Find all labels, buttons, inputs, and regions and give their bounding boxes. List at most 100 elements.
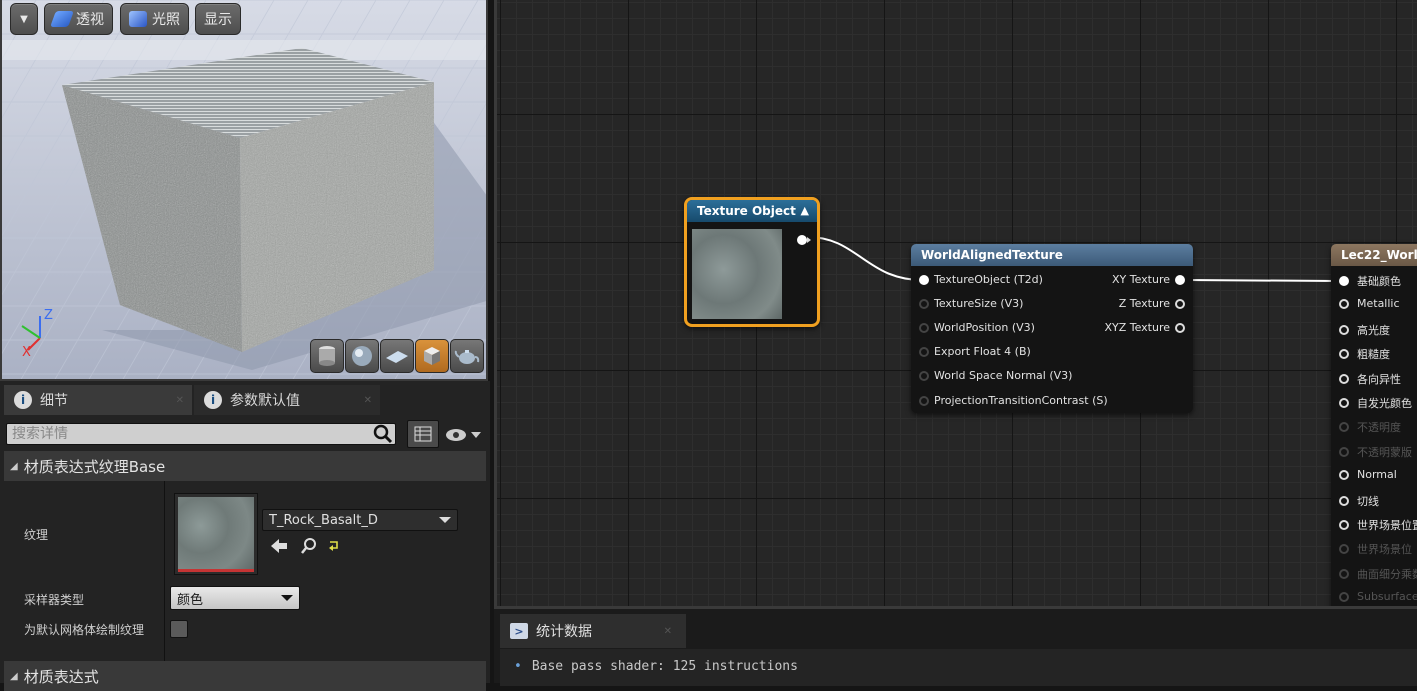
default-mesh-texture-label: 为默认网格体绘制纹理	[24, 623, 145, 637]
texture-thumbnail[interactable]	[174, 493, 258, 575]
cube-icon	[424, 347, 440, 365]
world-aligned-texture-node-header[interactable]: WorldAlignedTexture	[911, 244, 1193, 266]
lit-label: 光照	[152, 12, 180, 28]
texture-asset-combo[interactable]: T_Rock_Basalt_D	[262, 509, 458, 531]
world-aligned-texture-node-title: WorldAlignedTexture	[921, 248, 1063, 262]
material-result-node-header[interactable]: Lec22_WorldA	[1331, 244, 1417, 266]
material-input-label: 不透明度	[1357, 421, 1401, 435]
section-material-expression-header[interactable]: ◢ 材质表达式	[4, 661, 486, 691]
input-pin[interactable]	[919, 370, 929, 381]
tab-stats[interactable]: > 统计数据 ✕	[500, 614, 686, 648]
material-input-pin[interactable]	[1339, 568, 1349, 579]
material-input-pin[interactable]	[1339, 398, 1349, 408]
output-pin-row[interactable]: XY Texture	[1112, 273, 1185, 286]
material-input-pin-row[interactable]: 高光度	[1339, 322, 1390, 338]
material-input-label: Normal	[1357, 468, 1397, 482]
material-input-pin-row[interactable]: Metallic	[1339, 297, 1400, 310]
chevron-down-icon	[471, 432, 481, 438]
material-input-pin-row[interactable]: 不透明蒙版	[1339, 444, 1412, 460]
material-input-pin-row[interactable]: 世界场景位置	[1339, 517, 1417, 533]
material-input-pin-row[interactable]: 曲面细分乘数	[1339, 566, 1417, 582]
output-pin[interactable]	[1175, 274, 1185, 285]
sampler-type-combo[interactable]: 颜色	[170, 586, 300, 610]
material-input-pin-row[interactable]: 不透明度	[1339, 419, 1401, 435]
preview-teapot-button[interactable]	[450, 339, 484, 373]
input-pin[interactable]	[919, 322, 929, 333]
section-texture-base-header[interactable]: ◢ 材质表达式纹理Base	[4, 451, 486, 481]
input-pin-row[interactable]: ProjectionTransitionContrast (S)	[919, 394, 1108, 407]
show-button[interactable]: 显示	[195, 3, 241, 35]
perspective-button[interactable]: 透视	[44, 3, 113, 35]
material-input-pin[interactable]	[1339, 422, 1349, 433]
material-input-pin-row[interactable]: 粗糙度	[1339, 346, 1390, 362]
tab-parameter-defaults[interactable]: i 参数默认值 ✕	[194, 385, 380, 415]
input-pin-row[interactable]: Export Float 4 (B)	[919, 345, 1031, 358]
default-mesh-texture-checkbox[interactable]	[170, 620, 188, 638]
material-input-pin[interactable]	[1339, 276, 1349, 286]
texture-object-node-header[interactable]: Texture Object ▲	[687, 200, 817, 222]
chevron-down-icon	[439, 517, 451, 523]
input-pin-row[interactable]: World Space Normal (V3)	[919, 369, 1072, 382]
texture-label: 纹理	[24, 528, 49, 542]
material-graph-canvas[interactable]: Texture Object ▲ WorldAlignedTexture Tex…	[494, 0, 1417, 606]
close-icon[interactable]: ✕	[364, 395, 372, 406]
output-pin-row[interactable]: Z Texture	[1119, 297, 1185, 310]
input-pin-row[interactable]: TextureSize (V3)	[919, 297, 1023, 310]
input-pin[interactable]	[919, 395, 929, 406]
output-pin-row[interactable]: XYZ Texture	[1104, 321, 1185, 334]
input-pin-label: TextureObject (T2d)	[934, 273, 1043, 286]
property-divider	[164, 481, 165, 683]
lit-button[interactable]: 光照	[120, 3, 189, 35]
material-input-label: Metallic	[1357, 297, 1400, 311]
viewport-options-button[interactable]: ▼	[10, 3, 38, 35]
preview-plane-button[interactable]	[380, 339, 414, 373]
collapse-arrow-icon[interactable]: ▲	[801, 200, 809, 222]
material-input-pin-row[interactable]: 世界场景位	[1339, 541, 1412, 557]
material-preview-viewport[interactable]: Z X ▼ 透视 光照 显示	[0, 0, 488, 381]
material-input-pin[interactable]	[1339, 469, 1349, 480]
use-selected-arrow-icon[interactable]	[270, 537, 288, 555]
input-pin[interactable]	[919, 298, 929, 309]
material-input-pin[interactable]	[1339, 544, 1349, 555]
material-input-label: 自发光颜色	[1357, 397, 1412, 410]
input-pin-row[interactable]: TextureObject (T2d)	[919, 273, 1043, 286]
material-input-pin-row[interactable]: 切线	[1339, 493, 1379, 509]
material-input-pin[interactable]	[1339, 495, 1349, 506]
world-aligned-texture-node[interactable]: WorldAlignedTexture TextureObject (T2d) …	[911, 244, 1193, 413]
texture-object-node[interactable]: Texture Object ▲	[684, 197, 820, 327]
material-input-label: 基础颜色	[1357, 275, 1401, 288]
material-input-pin[interactable]	[1339, 298, 1349, 309]
input-pin[interactable]	[919, 346, 929, 357]
texture-object-output-pin[interactable]	[797, 235, 807, 245]
view-options-button[interactable]	[407, 420, 439, 448]
preview-cylinder-button[interactable]	[310, 339, 344, 373]
material-input-pin[interactable]	[1339, 591, 1349, 602]
material-input-pin[interactable]	[1339, 446, 1349, 457]
browse-search-icon[interactable]	[300, 537, 318, 558]
output-pin[interactable]	[1175, 322, 1185, 333]
preview-cube-button[interactable]	[415, 339, 449, 373]
tab-stats-label: 统计数据	[536, 624, 592, 640]
close-icon[interactable]: ✕	[176, 395, 184, 406]
material-input-pin[interactable]	[1339, 373, 1349, 384]
material-input-pin-row[interactable]: 自发光颜色	[1339, 395, 1412, 411]
material-input-pin-row[interactable]: Subsurface	[1339, 590, 1417, 603]
material-input-pin-row[interactable]: 基础颜色	[1339, 273, 1401, 289]
search-details-input[interactable]: 搜索详情	[6, 423, 396, 445]
material-input-pin-row[interactable]: 各向异性	[1339, 371, 1401, 387]
material-result-node[interactable]: Lec22_WorldA 基础颜色 Metallic 高光度粗糙度各向异性自发光颜色…	[1331, 244, 1417, 606]
input-pin-row[interactable]: WorldPosition (V3)	[919, 321, 1035, 334]
output-pin[interactable]	[1175, 298, 1185, 309]
tab-details[interactable]: i 细节 ✕	[4, 385, 192, 415]
reset-to-default-icon[interactable]	[328, 539, 340, 556]
visibility-filter-button[interactable]	[445, 424, 485, 446]
material-input-pin[interactable]	[1339, 520, 1349, 530]
input-pin[interactable]	[919, 274, 929, 285]
material-input-pin[interactable]	[1339, 349, 1349, 360]
material-input-pin-row[interactable]: Normal	[1339, 468, 1397, 481]
preview-sphere-button[interactable]	[345, 339, 379, 373]
stats-panel: > 统计数据 ✕ • Base pass shader: 125 instruct…	[494, 606, 1417, 686]
material-input-pin[interactable]	[1339, 324, 1349, 335]
material-result-node-title: Lec22_WorldA	[1341, 248, 1417, 262]
close-icon[interactable]: ✕	[664, 626, 672, 637]
